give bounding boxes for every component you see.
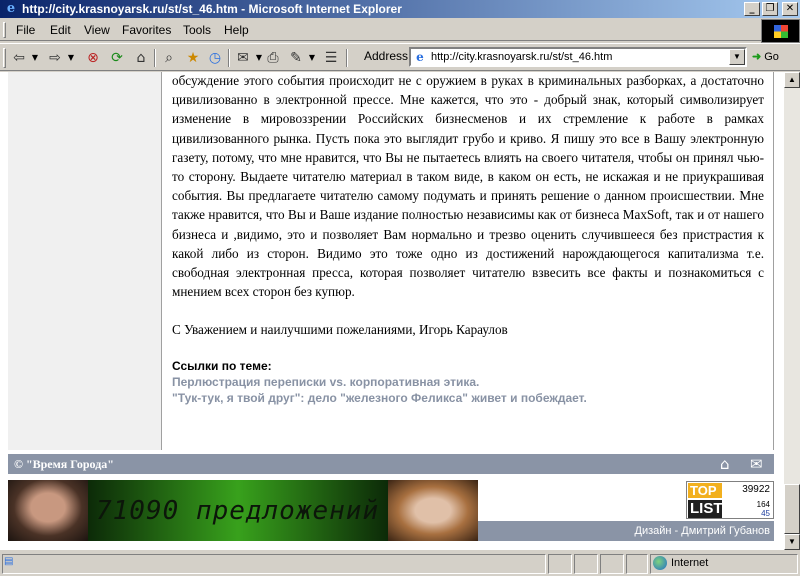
address-dropdown-icon[interactable]: ▼ [729,49,745,65]
menu-file[interactable]: File [16,23,35,37]
favorites-icon[interactable]: ★ [184,48,202,68]
browser-window: e http://city.krasnoyarsk.ru/st/st_46.ht… [0,0,800,576]
footer-bar: © "Время Города" ⌂ ✉ [8,454,774,474]
page-done-icon: ▤ [4,556,14,567]
windows-logo-icon [774,25,788,38]
scroll-up-icon[interactable]: ▲ [784,72,800,88]
status-panel [600,554,624,574]
related-link[interactable]: Перлюстрация переписки vs. корпоративная… [172,374,764,390]
ad-banner[interactable]: 71090 предложений [8,480,478,541]
left-column [8,72,161,450]
status-text-panel [2,554,546,574]
maximize-button[interactable]: ❐ [762,2,778,16]
toolbar-separator [228,49,230,67]
copyright-text: © "Время Города" [14,457,114,471]
article-text: обсуждение этого события происходит не с… [172,72,764,406]
refresh-icon[interactable]: ⟳ [108,48,126,68]
status-panel [626,554,648,574]
home-icon[interactable]: ⌂ [720,455,730,473]
menu-favorites[interactable]: Favorites [122,23,171,37]
status-panel [574,554,598,574]
mail-icon[interactable]: ✉ [750,455,763,473]
forward-icon[interactable]: ⇨ [46,48,64,68]
address-url[interactable]: http://city.krasnoyarsk.ru/st/st_46.htm [431,51,612,63]
back-dropdown-icon[interactable]: ▼ [30,48,40,68]
counter-top-label: TOP [688,483,722,498]
mail-dropdown-icon[interactable]: ▼ [254,48,264,68]
page-viewport[interactable]: обсуждение этого события происходит не с… [0,72,784,550]
menu-edit[interactable]: Edit [50,23,71,37]
title-bar[interactable]: e http://city.krasnoyarsk.ru/st/st_46.ht… [0,0,800,18]
design-credit: Дизайн - Дмитрий Губанов [478,521,774,541]
address-label: Address [364,49,409,63]
menu-bar: File Edit View Favorites Tools Help [0,19,800,41]
scroll-down-icon[interactable]: ▼ [784,534,800,550]
counter-stat: 164 [756,500,770,509]
toolbar-grip[interactable] [3,48,6,68]
banner-photo-right [388,480,478,541]
print-icon[interactable]: ⎙ [264,48,282,68]
vertical-scrollbar[interactable]: ▲ ▼ [784,72,800,550]
history-icon[interactable]: ◷ [206,48,224,68]
related-links-title: Ссылки по теме: [172,358,272,373]
minimize-button[interactable]: _ [744,2,760,16]
status-zone-text: Internet [671,557,709,569]
ie-logo-icon: e [6,1,16,16]
go-label: Go [764,51,779,63]
edit-dropdown-icon[interactable]: ▼ [307,48,317,68]
search-icon[interactable]: ⌕ [160,48,178,68]
toolbar-separator [154,49,156,67]
toolbar-separator [346,49,348,67]
related-link[interactable]: "Тук-тук, я твой друг": дело "железного … [172,390,764,406]
discuss-icon[interactable]: ☰ [322,48,340,68]
counter-list-label: LIST [688,500,723,518]
article-signature: С Уважением и наилучшими пожеланиями, Иг… [172,322,508,338]
home-icon[interactable]: ⌂ [132,48,150,68]
menu-tools[interactable]: Tools [183,23,211,37]
menu-help[interactable]: Help [224,23,249,37]
go-button[interactable]: ➜ Go [752,47,796,67]
toplist-counter[interactable]: TOP LIST 39922 164 45 [686,481,774,519]
article-body: обсуждение этого события происходит не с… [172,73,764,300]
throbber [761,19,800,43]
edit-icon[interactable]: ✎ [287,48,305,68]
counter-total: 39922 [742,484,770,495]
scroll-thumb[interactable] [784,484,800,534]
column-divider [773,72,774,450]
internet-zone-icon [653,556,667,570]
banner-text: 71090 предложений [96,496,380,526]
mail-icon[interactable]: ✉ [234,48,252,68]
address-input[interactable]: e http://city.krasnoyarsk.ru/st/st_46.ht… [409,47,747,67]
status-panel [548,554,572,574]
page-icon: e [416,50,424,64]
go-arrow-icon: ➜ [752,51,762,63]
back-icon[interactable]: ⇦ [10,48,28,68]
banner-photo-left [8,480,88,541]
window-title: http://city.krasnoyarsk.ru/st/st_46.htm … [22,2,402,16]
menu-grip[interactable] [3,22,6,38]
forward-dropdown-icon[interactable]: ▼ [66,48,76,68]
menu-view[interactable]: View [84,23,110,37]
counter-stat: 45 [761,509,770,518]
stop-icon[interactable]: ⊗ [84,48,102,68]
column-divider [161,72,162,450]
close-button[interactable]: ✕ [782,2,798,16]
